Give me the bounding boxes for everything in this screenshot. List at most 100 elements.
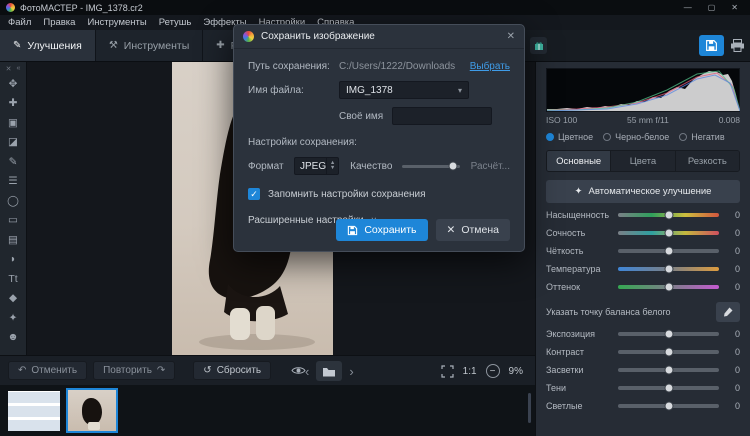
eraser-tool[interactable]: ◪: [3, 133, 24, 153]
undo-button[interactable]: ↶ Отменить: [8, 361, 87, 380]
saturation-slider-row: Насыщенность 0: [546, 209, 740, 221]
text-tool[interactable]: Tt: [3, 269, 24, 289]
zoom-ratio-button[interactable]: 1:1: [463, 366, 477, 377]
highlights-slider-row: Засветки 0: [546, 364, 740, 376]
browse-link[interactable]: Выбрать: [470, 61, 510, 72]
tools-close-icon[interactable]: ✕: [6, 65, 12, 73]
cancel-button[interactable]: ✕ Отмена: [436, 219, 511, 241]
menu-tools[interactable]: Инструменты: [87, 17, 146, 28]
menu-file[interactable]: Файл: [8, 17, 31, 28]
next-photo-button[interactable]: ›: [349, 364, 353, 379]
thumbnail-collage[interactable]: [8, 391, 60, 431]
redo-button[interactable]: Повторить ↷: [93, 361, 175, 380]
mode-color[interactable]: Цветное: [546, 132, 593, 142]
tools-panel: ✕ « ✥ ✚ ▣ ◪ ✎ ☰ ◯ ▭ ▤ ◗ Tt ◆ ✦ ☻: [0, 62, 27, 355]
minimize-button[interactable]: —: [684, 3, 692, 12]
custom-name-input[interactable]: [392, 107, 492, 125]
color-fill-tool[interactable]: ◆: [3, 289, 24, 309]
slider-handle[interactable]: [664, 348, 673, 357]
filename-dropdown[interactable]: IMG_1378 ▾: [339, 81, 469, 99]
panel-tab-colors[interactable]: Цвета: [611, 151, 675, 171]
whites-label: Светлые: [546, 401, 618, 411]
tools-collapse-icon[interactable]: «: [16, 65, 20, 72]
thumbnail-current-selected[interactable]: [66, 388, 118, 433]
tab-improvements-label: Улучшения: [27, 40, 81, 52]
highlights-value: 0: [728, 365, 740, 375]
clarity-slider[interactable]: [618, 249, 719, 253]
reset-label: Сбросить: [217, 365, 261, 376]
vignette-tool[interactable]: ◯: [3, 191, 24, 211]
saturation-slider[interactable]: [618, 213, 719, 217]
calc-size-button[interactable]: Расчёт...: [471, 161, 510, 172]
fit-screen-button[interactable]: [441, 365, 454, 378]
exposure-slider[interactable]: [618, 332, 719, 336]
panel-tab-basic[interactable]: Основные: [547, 151, 611, 171]
promo-gift-icon[interactable]: [530, 37, 547, 54]
open-folder-button[interactable]: [316, 361, 342, 381]
slider-handle[interactable]: [664, 247, 673, 256]
quality-slider-handle[interactable]: [448, 162, 457, 171]
menu-retouch[interactable]: Ретушь: [159, 17, 192, 28]
save-path-value: C:/Users/1222/Downloads: [339, 61, 455, 72]
slider-handle[interactable]: [664, 366, 673, 375]
radial-filter-tool[interactable]: ◗: [3, 250, 24, 270]
brush-tool[interactable]: ✎: [3, 152, 24, 172]
portrait-tool[interactable]: ☻: [3, 328, 24, 348]
mode-negative[interactable]: Негатив: [679, 132, 724, 142]
effects-tool[interactable]: ✦: [3, 308, 24, 328]
remember-settings-row: ✓ Запомнить настройки сохранения: [248, 188, 510, 200]
contrast-slider[interactable]: [618, 350, 719, 354]
save-button[interactable]: Сохранить: [336, 219, 427, 241]
remember-checkbox-checked[interactable]: ✓: [248, 188, 260, 200]
window-title: ФотоМАСТЕР - IMG_1378.cr2: [20, 3, 143, 13]
temperature-slider[interactable]: [618, 267, 719, 271]
adjustments-tool[interactable]: ☰: [3, 172, 24, 192]
menu-edit[interactable]: Правка: [43, 17, 75, 28]
highlights-slider[interactable]: [618, 368, 719, 372]
clone-stamp-tool[interactable]: ▣: [3, 113, 24, 133]
prev-photo-button[interactable]: ‹: [305, 364, 309, 379]
pencil-icon: ✎: [13, 40, 21, 51]
crop-tool[interactable]: ▭: [3, 211, 24, 231]
panel-tab-sharpness[interactable]: Резкость: [676, 151, 739, 171]
slider-handle[interactable]: [664, 330, 673, 339]
format-stepper[interactable]: JPEG ▲ ▼: [294, 157, 339, 175]
whites-slider[interactable]: [618, 404, 719, 408]
stepper-arrows[interactable]: ▲ ▼: [326, 158, 338, 174]
lens-value: 55 mm f/11: [627, 115, 669, 125]
auto-enhance-button[interactable]: ✦ Автоматическое улучшение: [546, 180, 740, 203]
floppy-icon: [347, 225, 358, 236]
app-logo-icon: [6, 3, 15, 12]
shutter-value: 0.008: [719, 115, 740, 125]
dialog-close-icon[interactable]: ✕: [507, 31, 515, 42]
highlights-label: Засветки: [546, 365, 618, 375]
print-button[interactable]: [726, 35, 748, 56]
slider-handle[interactable]: [664, 402, 673, 411]
slider-handle[interactable]: [664, 265, 673, 274]
healing-tool[interactable]: ✚: [3, 94, 24, 114]
reset-button[interactable]: ↺ Сбросить: [193, 361, 271, 380]
slider-handle[interactable]: [664, 229, 673, 238]
filmstrip-scrollbar[interactable]: [528, 393, 531, 423]
tab-improvements[interactable]: ✎ Улучшения: [0, 30, 96, 61]
move-tool[interactable]: ✥: [3, 74, 24, 94]
vibrance-slider[interactable]: [618, 231, 719, 235]
show-original-button[interactable]: [291, 365, 306, 376]
slider-handle[interactable]: [664, 283, 673, 292]
save-photo-button[interactable]: [699, 35, 724, 56]
close-button[interactable]: ✕: [731, 3, 738, 12]
tab-tools-label: Инструменты: [124, 40, 189, 52]
maximize-button[interactable]: ▢: [708, 3, 716, 12]
tint-slider[interactable]: [618, 285, 719, 289]
filename-row: Имя файла: IMG_1378 ▾: [248, 81, 510, 99]
shadows-slider[interactable]: [618, 386, 719, 390]
white-balance-picker-button[interactable]: [716, 302, 740, 322]
tab-tools[interactable]: ⚒ Инструменты: [96, 30, 203, 61]
slider-handle[interactable]: [664, 384, 673, 393]
mode-black-white[interactable]: Черно-белое: [603, 132, 669, 142]
quality-slider[interactable]: [402, 165, 459, 168]
zoom-out-button[interactable]: −: [486, 364, 500, 378]
slider-handle[interactable]: [664, 211, 673, 220]
color-mode-row: Цветное Черно-белое Негатив: [546, 132, 740, 142]
gradient-filter-tool[interactable]: ▤: [3, 230, 24, 250]
